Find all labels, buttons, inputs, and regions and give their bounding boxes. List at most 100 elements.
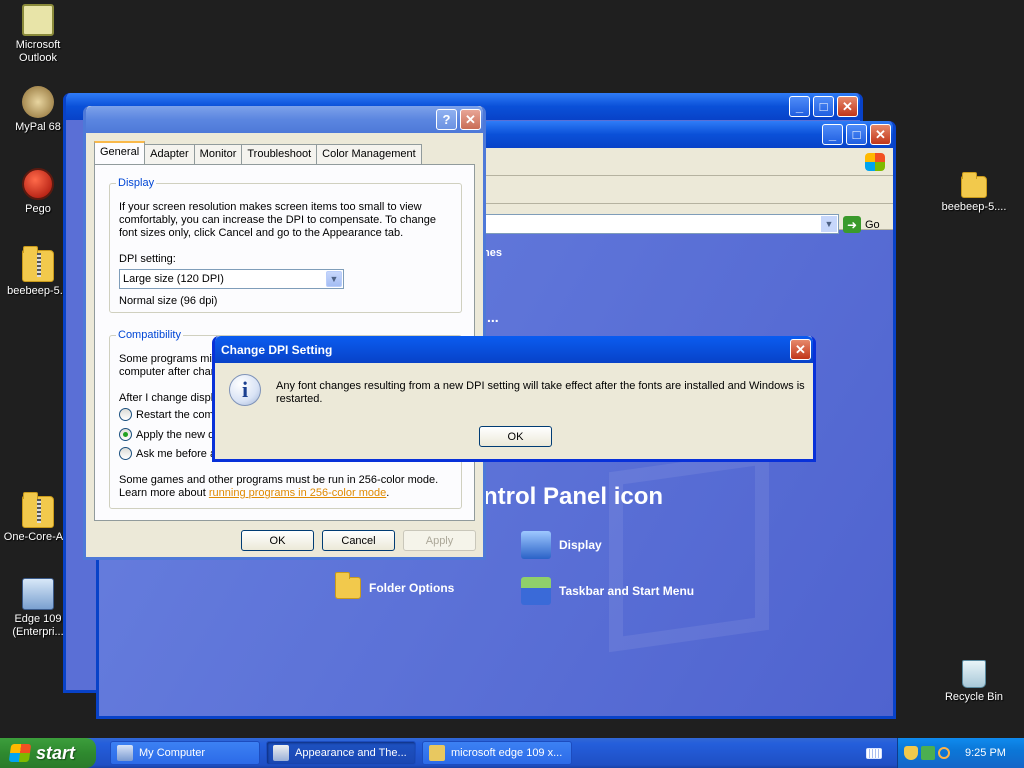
go-button[interactable]: ➜ Go [843, 216, 880, 233]
start-label: start [36, 742, 76, 763]
zip-folder-icon [22, 492, 54, 528]
desktop-icon-beebeep-folder[interactable]: beebeep-5.... [936, 172, 1012, 214]
learn-more-line: Learn more about running programs in 256… [119, 487, 389, 500]
display-group: Display [109, 177, 462, 313]
games-note: Some games and other programs must be ru… [119, 474, 439, 486]
security-shield-icon[interactable] [904, 746, 918, 760]
taskbar-start-menu-link[interactable]: Taskbar and Start Menu [521, 577, 694, 605]
message-box-title: Change DPI Setting [221, 342, 333, 357]
message-line-1: Any font changes resulting from a new DP… [276, 380, 805, 392]
compat-line-1: Some programs migh [119, 353, 225, 365]
edge-installer-icon [22, 578, 54, 610]
taskbar-start-menu-label: Taskbar and Start Menu [559, 584, 695, 598]
desktop-icon-label: beebeep-5.... [941, 201, 1007, 213]
desktop-icon-label: Recycle Bin [944, 691, 1004, 703]
apply-without-restart-radio[interactable]: Apply the new di [119, 428, 217, 441]
network-icon[interactable] [921, 746, 935, 760]
ok-button[interactable]: OK [479, 426, 552, 447]
change-dpi-message-box[interactable]: Change DPI Setting ✕ i Any font changes … [212, 336, 816, 462]
close-button[interactable]: ✕ [460, 109, 481, 130]
control-panel-watermark [609, 449, 769, 653]
folder-icon [429, 745, 445, 761]
close-button[interactable]: ✕ [870, 124, 891, 145]
apply-radio-label: Apply the new di [136, 428, 217, 441]
radio-button-selected-icon [119, 428, 132, 441]
my-computer-icon [117, 745, 133, 761]
ask-before-radio[interactable]: Ask me before ap [119, 447, 222, 460]
display-properties-dialog[interactable]: ? ✕ General Adapter Monitor Troubleshoot… [83, 106, 486, 560]
start-button[interactable]: start [0, 738, 96, 768]
dpi-normal-note: Normal size (96 dpi) [119, 295, 218, 307]
dpi-setting-value: Large size (120 DPI) [123, 273, 224, 285]
after-change-label: After I change displa [119, 392, 220, 404]
mypal-icon [22, 86, 54, 118]
dialog-titlebar[interactable]: ? ✕ [86, 106, 483, 133]
task-microsoft-edge[interactable]: microsoft edge 109 x... [422, 741, 572, 765]
dpi-description: If your screen resolution makes screen i… [119, 201, 436, 239]
display-link-label: Display [559, 538, 602, 552]
windows-flag-icon [8, 744, 32, 762]
tab-color-management[interactable]: Color Management [316, 144, 422, 164]
compatibility-group-legend: Compatibility [118, 329, 181, 341]
ask-radio-label: Ask me before ap [136, 447, 223, 460]
restart-radio[interactable]: Restart the comp [119, 408, 220, 421]
maximize-button[interactable]: □ [813, 96, 834, 117]
chevron-down-icon[interactable]: ▼ [821, 216, 837, 232]
taskbar-icon [521, 577, 551, 605]
address-input[interactable]: ▼ [479, 214, 839, 234]
ok-button[interactable]: OK [241, 530, 314, 551]
compat-line-2: computer after chan [119, 366, 217, 378]
display-link[interactable]: Display [521, 531, 602, 559]
recycle-bin-icon [962, 660, 986, 688]
message-line-2: restarted. [276, 393, 323, 405]
tab-general[interactable]: General [94, 141, 146, 164]
desktop-icon-label: Microsoft Outlook [15, 39, 61, 64]
outlook-icon [22, 4, 54, 36]
tab-monitor[interactable]: Monitor [193, 144, 243, 164]
chevron-down-icon[interactable]: ▼ [326, 271, 342, 287]
display-icon [521, 531, 551, 559]
dpi-setting-select[interactable]: Large size (120 DPI) ▼ [119, 269, 344, 289]
pick-control-panel-heading: ntrol Panel icon [483, 483, 664, 510]
go-arrow-icon: ➜ [843, 216, 861, 233]
learn-more-suffix: . [386, 487, 390, 499]
close-button[interactable]: ✕ [837, 96, 858, 117]
keyboard-language-icon[interactable] [866, 748, 882, 759]
running-256-color-link[interactable]: running programs in 256-color mode [209, 487, 386, 499]
go-label: Go [865, 218, 880, 231]
desktop-icon-recycle-bin[interactable]: Recycle Bin [936, 660, 1012, 704]
tab-troubleshoot[interactable]: Troubleshoot [241, 144, 318, 164]
task-label: microsoft edge 109 x... [451, 747, 563, 759]
radio-button-icon [119, 447, 132, 460]
task-my-computer[interactable]: My Computer [110, 741, 260, 765]
windows-logo-icon [865, 153, 885, 171]
folder-options-link[interactable]: Folder Options [335, 577, 454, 599]
folder-options-label: Folder Options [369, 581, 455, 595]
information-icon: i [229, 374, 261, 406]
system-tray: 9:25 PM [897, 738, 1024, 768]
minimize-button[interactable]: _ [822, 124, 843, 145]
display-group-legend: Display [118, 177, 155, 189]
control-panel-icon [273, 745, 289, 761]
search-icon[interactable] [938, 747, 950, 759]
task-appearance-themes[interactable]: Appearance and The... [266, 741, 416, 765]
desktop-icon-outlook[interactable]: Microsoft Outlook [0, 4, 76, 65]
help-button[interactable]: ? [436, 109, 457, 130]
zip-folder-icon [22, 246, 54, 282]
learn-more-prefix: Learn more about [119, 487, 209, 499]
maximize-button[interactable]: □ [846, 124, 867, 145]
clock[interactable]: 9:25 PM [965, 747, 1006, 759]
cancel-button[interactable]: Cancel [322, 530, 395, 551]
radio-button-icon [119, 408, 132, 421]
task-label: My Computer [139, 747, 206, 759]
task-label: Appearance and The... [295, 747, 407, 759]
tab-strip: General Adapter Monitor Troubleshoot Col… [94, 141, 422, 164]
minimize-button[interactable]: _ [789, 96, 810, 117]
close-button[interactable]: ✕ [790, 339, 811, 360]
dpi-setting-label: DPI setting: [119, 253, 176, 265]
folder-icon [961, 172, 987, 198]
pego-icon [22, 168, 54, 200]
apply-button[interactable]: Apply [403, 530, 476, 551]
message-box-titlebar[interactable]: Change DPI Setting ✕ [215, 336, 813, 363]
tab-adapter[interactable]: Adapter [144, 144, 195, 164]
